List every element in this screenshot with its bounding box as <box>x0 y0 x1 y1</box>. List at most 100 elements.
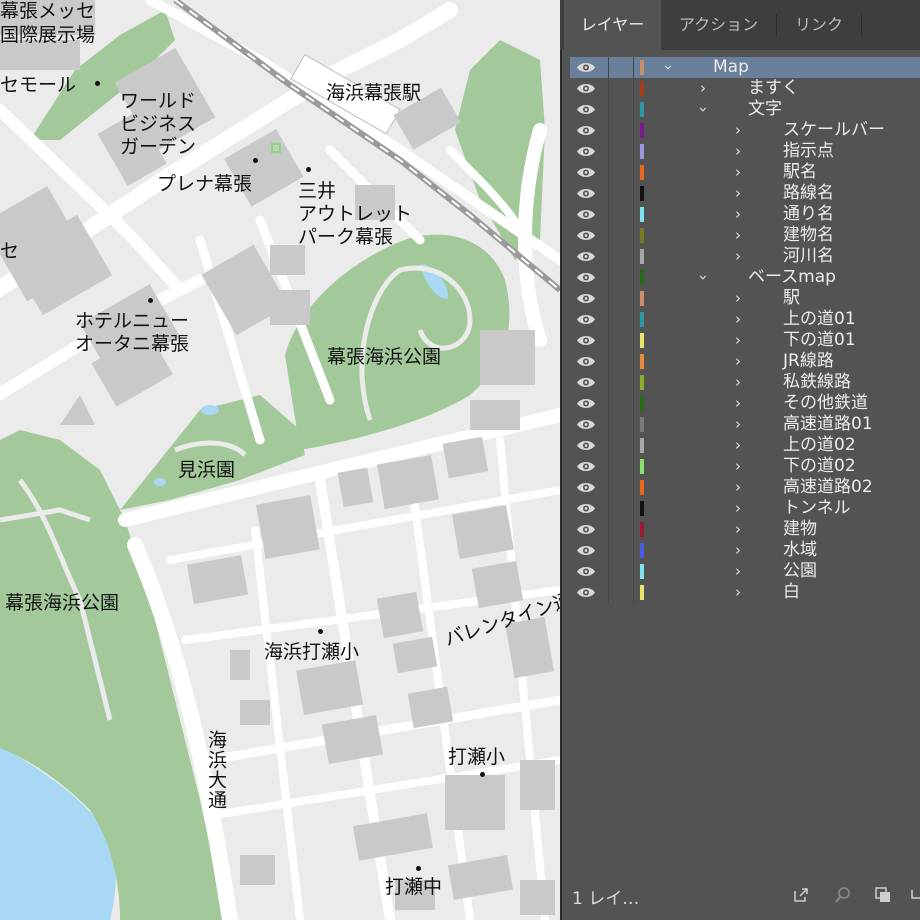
chevron-down-icon[interactable]: › <box>694 107 713 113</box>
layer-row[interactable]: › 私鉄線路 <box>570 372 920 393</box>
visibility-eye-icon[interactable] <box>576 166 596 179</box>
tab-actions[interactable]: アクション <box>661 0 776 50</box>
chevron-right-icon[interactable]: › <box>735 457 741 476</box>
layer-row[interactable]: › 路線名 <box>570 183 920 204</box>
chevron-down-icon[interactable]: › <box>659 65 678 71</box>
chevron-right-icon[interactable]: › <box>735 394 741 413</box>
visibility-eye-icon[interactable] <box>576 124 596 137</box>
layer-row[interactable]: › JR線路 <box>570 351 920 372</box>
visibility-eye-icon[interactable] <box>576 355 596 368</box>
layer-row[interactable]: › ますく <box>570 78 920 99</box>
visibility-eye-icon[interactable] <box>576 103 596 116</box>
layer-row[interactable]: › 指示点 <box>570 141 920 162</box>
chevron-right-icon[interactable]: › <box>735 520 741 539</box>
new-layer-icon[interactable] <box>874 886 892 904</box>
layer-row[interactable]: › ベースmap <box>570 267 920 288</box>
layer-row[interactable]: › 駅 <box>570 288 920 309</box>
visibility-eye-icon[interactable] <box>576 523 596 536</box>
column-separator <box>608 141 609 162</box>
visibility-eye-icon[interactable] <box>576 250 596 263</box>
layer-row[interactable]: › Map <box>570 57 920 78</box>
chevron-right-icon[interactable]: › <box>735 541 741 560</box>
chevron-right-icon[interactable]: › <box>735 331 741 350</box>
chevron-right-icon[interactable]: › <box>735 310 741 329</box>
map-canvas[interactable]: 幕張メッセ 国際展示場 セモール ワールド ビジネス ガーデン 海浜幕張駅 プレ… <box>0 0 560 920</box>
layer-row[interactable]: › 上の道02 <box>570 435 920 456</box>
chevron-down-icon[interactable]: › <box>694 275 713 281</box>
layer-row[interactable]: › 公園 <box>570 561 920 582</box>
layer-row[interactable]: › 文字 <box>570 99 920 120</box>
chevron-right-icon[interactable]: › <box>735 499 741 518</box>
search-icon[interactable] <box>834 886 852 904</box>
visibility-eye-icon[interactable] <box>576 481 596 494</box>
visibility-eye-icon[interactable] <box>576 460 596 473</box>
visibility-eye-icon[interactable] <box>576 82 596 95</box>
layer-row[interactable]: › スケールバー <box>570 120 920 141</box>
layer-color-swatch <box>640 333 644 348</box>
layer-color-swatch <box>640 102 644 117</box>
chevron-right-icon[interactable]: › <box>735 352 741 371</box>
chevron-right-icon[interactable]: › <box>735 562 741 581</box>
layer-row[interactable]: › 高速道路01 <box>570 414 920 435</box>
chevron-right-icon[interactable]: › <box>735 247 741 266</box>
chevron-right-icon[interactable]: › <box>700 79 706 98</box>
layer-color-swatch <box>640 354 644 369</box>
column-separator <box>633 519 634 540</box>
tab-links[interactable]: リンク <box>777 0 861 50</box>
visibility-eye-icon[interactable] <box>576 586 596 599</box>
layer-color-swatch <box>640 501 644 516</box>
visibility-eye-icon[interactable] <box>576 334 596 347</box>
layer-row[interactable]: › 水域 <box>570 540 920 561</box>
export-icon[interactable] <box>792 886 810 904</box>
chevron-right-icon[interactable]: › <box>735 226 741 245</box>
chevron-right-icon[interactable]: › <box>735 205 741 224</box>
layer-row[interactable]: › 建物 <box>570 519 920 540</box>
visibility-eye-icon[interactable] <box>576 439 596 452</box>
layer-row[interactable]: › 上の道01 <box>570 309 920 330</box>
layer-row[interactable]: › 下の道02 <box>570 456 920 477</box>
layer-color-swatch <box>640 375 644 390</box>
layer-row[interactable]: › 建物名 <box>570 225 920 246</box>
visibility-eye-icon[interactable] <box>576 565 596 578</box>
visibility-eye-icon[interactable] <box>576 292 596 305</box>
visibility-eye-icon[interactable] <box>576 229 596 242</box>
chevron-right-icon[interactable]: › <box>735 583 741 602</box>
chevron-right-icon[interactable]: › <box>735 142 741 161</box>
tab-layers[interactable]: レイヤー <box>564 0 661 50</box>
layer-row[interactable]: › 高速道路02 <box>570 477 920 498</box>
chevron-right-icon[interactable]: › <box>735 436 741 455</box>
chevron-right-icon[interactable]: › <box>735 478 741 497</box>
layer-name: 通り名 <box>783 204 834 224</box>
visibility-eye-icon[interactable] <box>576 271 596 284</box>
visibility-eye-icon[interactable] <box>576 313 596 326</box>
visibility-eye-icon[interactable] <box>576 61 596 74</box>
layer-row[interactable]: › 通り名 <box>570 204 920 225</box>
layer-color-swatch <box>640 564 644 579</box>
chevron-right-icon[interactable]: › <box>735 289 741 308</box>
layer-row[interactable]: › トンネル <box>570 498 920 519</box>
layer-color-swatch <box>640 186 644 201</box>
layer-row[interactable]: › 駅名 <box>570 162 920 183</box>
more-icon[interactable] <box>908 886 920 904</box>
chevron-right-icon[interactable]: › <box>735 163 741 182</box>
chevron-right-icon[interactable]: › <box>735 373 741 392</box>
visibility-eye-icon[interactable] <box>576 502 596 515</box>
layer-color-swatch <box>640 207 644 222</box>
chevron-right-icon[interactable]: › <box>735 415 741 434</box>
visibility-eye-icon[interactable] <box>576 145 596 158</box>
visibility-eye-icon[interactable] <box>576 187 596 200</box>
visibility-eye-icon[interactable] <box>576 544 596 557</box>
visibility-eye-icon[interactable] <box>576 376 596 389</box>
layer-row[interactable]: › その他鉄道 <box>570 393 920 414</box>
label-semall: セモール <box>0 74 77 96</box>
chevron-right-icon[interactable]: › <box>735 184 741 203</box>
column-separator <box>633 225 634 246</box>
label-makuhari-messe: 幕張メッセ <box>0 0 96 22</box>
visibility-eye-icon[interactable] <box>576 397 596 410</box>
layer-row[interactable]: › 白 <box>570 582 920 603</box>
chevron-right-icon[interactable]: › <box>735 121 741 140</box>
layer-row[interactable]: › 河川名 <box>570 246 920 267</box>
visibility-eye-icon[interactable] <box>576 418 596 431</box>
layer-row[interactable]: › 下の道01 <box>570 330 920 351</box>
visibility-eye-icon[interactable] <box>576 208 596 221</box>
